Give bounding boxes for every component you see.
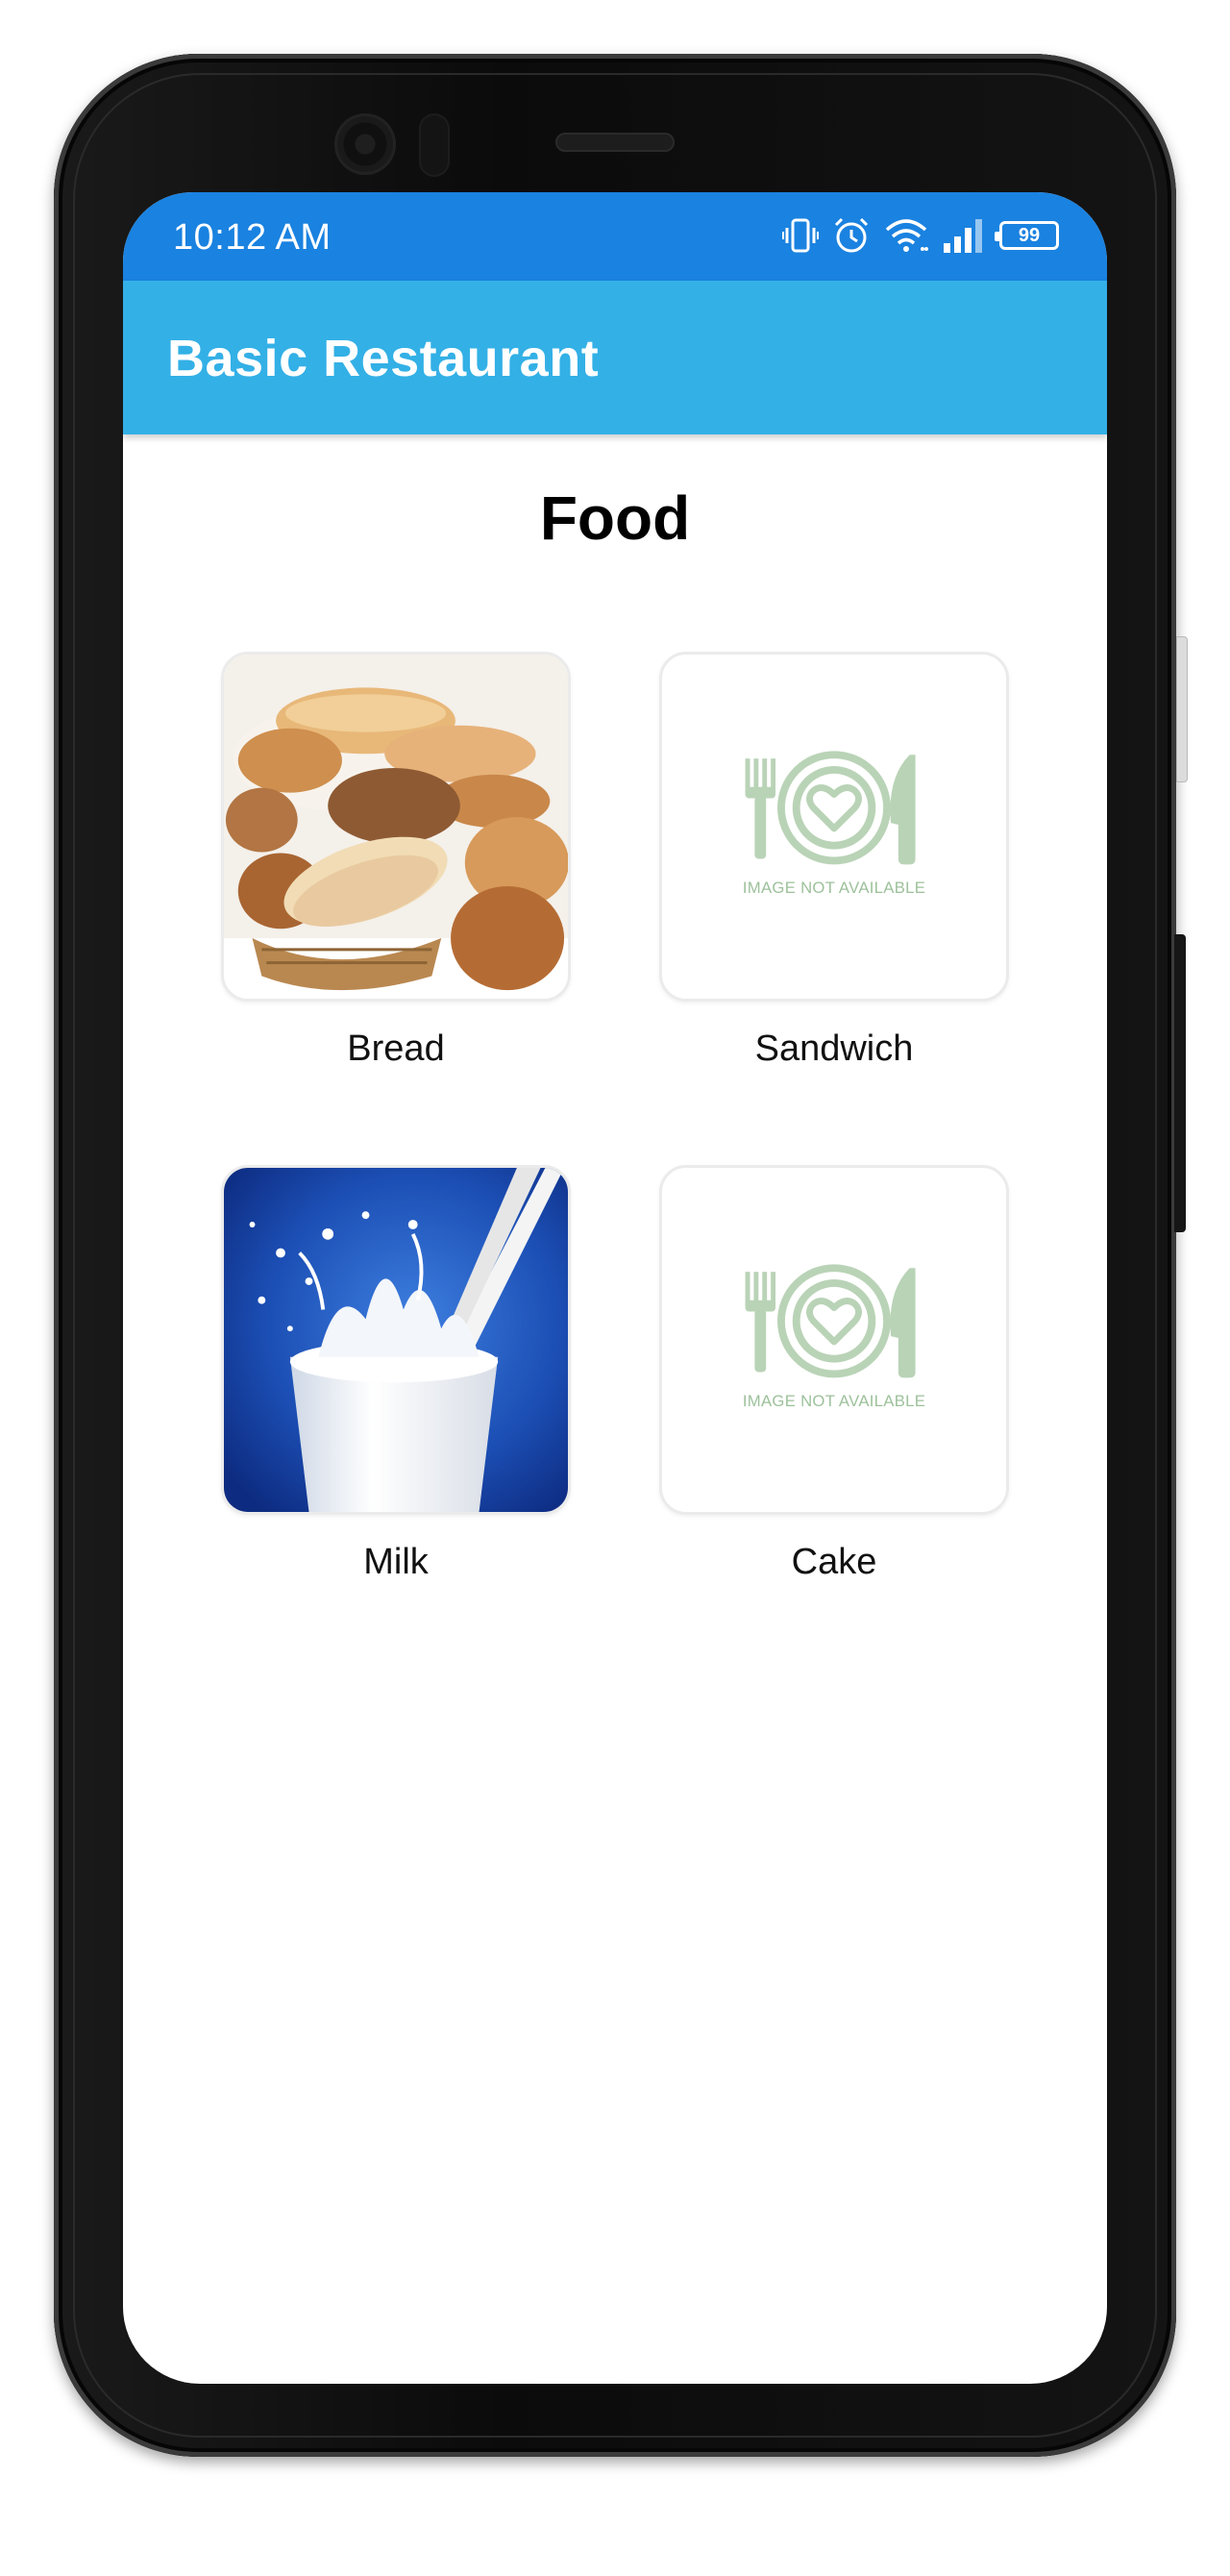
earpiece-speaker	[555, 133, 675, 152]
app-bar: Basic Restaurant	[123, 281, 1107, 434]
volume-button	[1176, 636, 1188, 782]
wifi-icon	[884, 216, 928, 255]
food-item-label: Cake	[791, 1542, 877, 1582]
food-item-label: Milk	[363, 1542, 429, 1582]
milk-image[interactable]	[221, 1165, 571, 1515]
food-item-cake[interactable]: IMAGE NOT AVAILABLE Cake	[659, 1165, 1009, 1583]
status-time: 10:12 AM	[173, 217, 332, 258]
image-not-available-text: IMAGE NOT AVAILABLE	[743, 1392, 925, 1410]
food-item-sandwich[interactable]: IMAGE NOT AVAILABLE Sandwich	[659, 652, 1009, 1070]
front-camera	[334, 113, 396, 175]
bread-basket-photo	[224, 655, 568, 999]
image-not-available-icon: IMAGE NOT AVAILABLE	[743, 751, 925, 897]
milk-glass-photo	[224, 1168, 568, 1512]
food-item-label: Sandwich	[754, 1028, 914, 1069]
food-item-label: Bread	[347, 1028, 445, 1069]
status-bar: 10:12 AM 99	[123, 192, 1107, 281]
food-item-bread[interactable]: Bread	[221, 652, 571, 1070]
app-title: Basic Restaurant	[167, 330, 600, 387]
page-heading: Food	[539, 483, 691, 553]
vibrate-icon	[782, 216, 819, 255]
proximity-sensor	[419, 113, 450, 177]
bread-image[interactable]	[221, 652, 571, 1002]
battery-icon: 99	[995, 221, 1059, 250]
signal-icon	[942, 216, 986, 255]
image-not-available-text: IMAGE NOT AVAILABLE	[743, 879, 925, 897]
phone-screen: 10:12 AM 99 Basic Restaurant Food Bread …	[123, 192, 1107, 2384]
cake-image[interactable]: IMAGE NOT AVAILABLE	[659, 1165, 1009, 1515]
status-icons: 99	[782, 213, 1059, 258]
battery-level: 99	[1018, 224, 1041, 246]
power-button	[1174, 934, 1186, 1232]
image-not-available-icon: IMAGE NOT AVAILABLE	[743, 1264, 925, 1410]
alarm-icon	[832, 216, 871, 255]
sandwich-image[interactable]: IMAGE NOT AVAILABLE	[659, 652, 1009, 1002]
food-item-milk[interactable]: Milk	[221, 1165, 571, 1583]
